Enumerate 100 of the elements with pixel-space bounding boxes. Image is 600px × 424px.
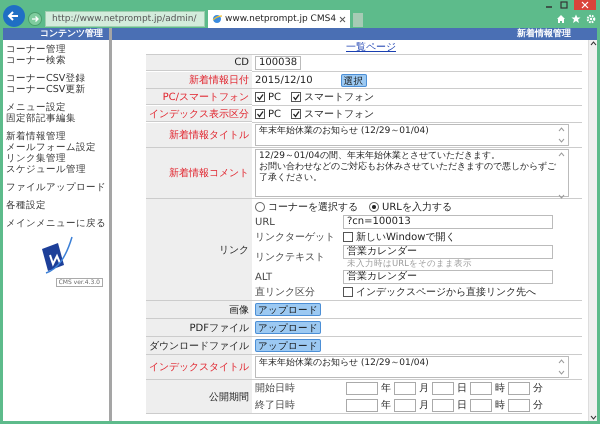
option-label: スマートフォン — [304, 108, 374, 121]
tab-title: www.netprompt.jp CMS4 — [225, 14, 336, 24]
number-field[interactable] — [394, 382, 416, 394]
menu-item[interactable]: メニュー設定 — [6, 102, 106, 113]
scroll-down-icon[interactable] — [590, 414, 596, 421]
checkbox[interactable] — [255, 109, 265, 119]
home-icon[interactable] — [556, 14, 566, 24]
field-label: 画像 — [229, 304, 249, 316]
option-label: PC — [268, 92, 282, 102]
field-label: リンク — [219, 244, 249, 256]
field-label: ALT — [255, 272, 274, 282]
title-text: 年末年始休業のお知らせ (12/29～01/04) — [259, 126, 429, 136]
upload-button[interactable]: アップロード — [255, 321, 321, 334]
field-label: 直リンク区分 — [255, 286, 316, 299]
checkbox[interactable] — [291, 109, 302, 119]
option-label: PC — [268, 108, 282, 120]
field-label: CD — [234, 57, 249, 68]
field-label: 開始日時 — [255, 382, 296, 395]
option-label: 新しいWindowで開く — [356, 230, 456, 244]
number-field[interactable] — [346, 398, 378, 412]
field-label: PC/スマートフォン — [162, 90, 249, 104]
title-textarea[interactable]: 年末年始休業のお知らせ (12/29～01/04) — [255, 124, 569, 146]
field-label: 新着情報コメント — [169, 166, 249, 180]
option-label: インデックスページから直接リンク先へ — [356, 286, 536, 299]
field-label: PDFファイル — [190, 322, 249, 334]
code-field[interactable]: 100038 — [255, 56, 302, 70]
unit-label: 分 — [533, 399, 543, 412]
menu-item[interactable]: コーナーCSV登録 — [6, 73, 106, 84]
menu-item[interactable]: 固定部記事編集 — [6, 113, 106, 124]
checkbox[interactable] — [343, 287, 353, 297]
unit-label: 時 — [495, 382, 505, 395]
number-field[interactable] — [470, 398, 492, 412]
unit-label: 年 — [381, 399, 391, 412]
option-label: スマートフォン — [304, 91, 374, 104]
unit-label: 分 — [533, 382, 543, 395]
hint-text: 未入力時はURLをそのまま表示 — [347, 259, 473, 269]
radio-label: コーナーを選択する — [268, 201, 358, 214]
unit-label: 日 — [457, 382, 467, 395]
close-icon[interactable] — [339, 16, 346, 22]
menu-item[interactable]: コーナーCSV更新 — [6, 84, 106, 95]
checkbox[interactable] — [291, 92, 302, 102]
menu-item[interactable]: コーナー管理 — [6, 44, 106, 55]
radio-button[interactable] — [369, 202, 379, 212]
maximize-icon[interactable] — [559, 0, 569, 10]
back-button[interactable] — [3, 5, 25, 27]
field-label: インデックス表示区分 — [149, 108, 249, 120]
field-label: 公開期間 — [209, 390, 249, 404]
field-label: リンクターゲット — [255, 231, 336, 244]
field-label: 新着情報タイトル — [169, 128, 249, 142]
browser-tab[interactable]: www.netprompt.jp CMS4 — [208, 10, 350, 28]
number-field[interactable] — [432, 398, 454, 412]
number-field[interactable] — [432, 382, 454, 394]
unit-label: 月 — [419, 382, 429, 395]
upload-button[interactable]: アップロード — [255, 339, 321, 352]
star-icon[interactable] — [571, 14, 581, 24]
checkbox[interactable] — [343, 232, 353, 242]
browser-globe-icon — [212, 14, 222, 24]
menu-item[interactable]: メールフォーム設定 — [6, 142, 106, 153]
title-textarea[interactable]: 年末年始休業のお知らせ (12/29～01/04) — [255, 356, 569, 378]
radio-button[interactable] — [255, 202, 265, 212]
list-page-link[interactable]: 一覧ページ — [346, 41, 396, 54]
number-field[interactable] — [346, 382, 378, 394]
address-bar[interactable]: http://www.netprompt.jp/admin/ — [45, 11, 205, 27]
comment-line: 12/29～01/04の間、年末年始休業とさせていただきます。 — [259, 151, 501, 162]
checkbox[interactable] — [255, 92, 265, 102]
number-field[interactable] — [394, 398, 416, 412]
field-label: URL — [255, 216, 276, 228]
menu-item[interactable]: スケジュール管理 — [6, 164, 106, 175]
number-field[interactable] — [470, 382, 492, 394]
forward-button[interactable] — [28, 12, 42, 26]
page-title: 新着情報管理 — [112, 28, 597, 40]
menu-item[interactable]: コーナー検索 — [6, 55, 106, 66]
input-field[interactable]: 営業カレンダー — [343, 245, 553, 259]
input-field[interactable]: 営業カレンダー — [343, 270, 553, 284]
upload-button[interactable]: アップロード — [255, 303, 321, 316]
address-text: http://www.netprompt.jp/admin/ — [52, 14, 197, 24]
unit-label: 年 — [381, 382, 391, 395]
date-value: 2015/12/10 — [255, 74, 313, 86]
number-field[interactable] — [508, 382, 530, 394]
select-button[interactable]: 選択 — [340, 74, 367, 86]
input-field[interactable]: ?cn=100013 — [343, 215, 553, 229]
field-label: ダウンロードファイル — [149, 340, 249, 352]
menu-item[interactable]: 新着情報管理 — [6, 131, 106, 142]
scrollbar[interactable] — [588, 40, 597, 421]
comment-line: お問い合わせなどのご対応もお休みさせていただきますので悪しからずご了承ください。 — [259, 162, 556, 184]
settings-icon[interactable] — [586, 14, 596, 24]
radio-label: URLを入力する — [382, 200, 452, 214]
sidebar-title: コンテンツ管理 — [3, 28, 109, 40]
menu-item[interactable]: ファイルアップロード — [6, 182, 106, 193]
field-label: 終了日時 — [255, 398, 296, 412]
menu-item[interactable]: 各種設定 — [6, 200, 106, 211]
menu-item[interactable]: メインメニューに戻る — [6, 218, 106, 229]
unit-label: 月 — [419, 399, 429, 412]
unit-label: 日 — [457, 399, 467, 412]
title-text: 年末年始休業のお知らせ (12/29～01/04) — [259, 358, 429, 368]
scroll-up-icon[interactable] — [590, 40, 596, 47]
comment-textarea[interactable]: 12/29～01/04の間、年末年始休業とさせていただきます。 お問い合わせなどのご対応もお休みさせていただきますので悪しからずご了承ください。 — [255, 149, 569, 197]
number-field[interactable] — [508, 398, 530, 412]
close-icon[interactable] — [574, 0, 596, 10]
menu-item[interactable]: リンク集管理 — [6, 153, 106, 164]
